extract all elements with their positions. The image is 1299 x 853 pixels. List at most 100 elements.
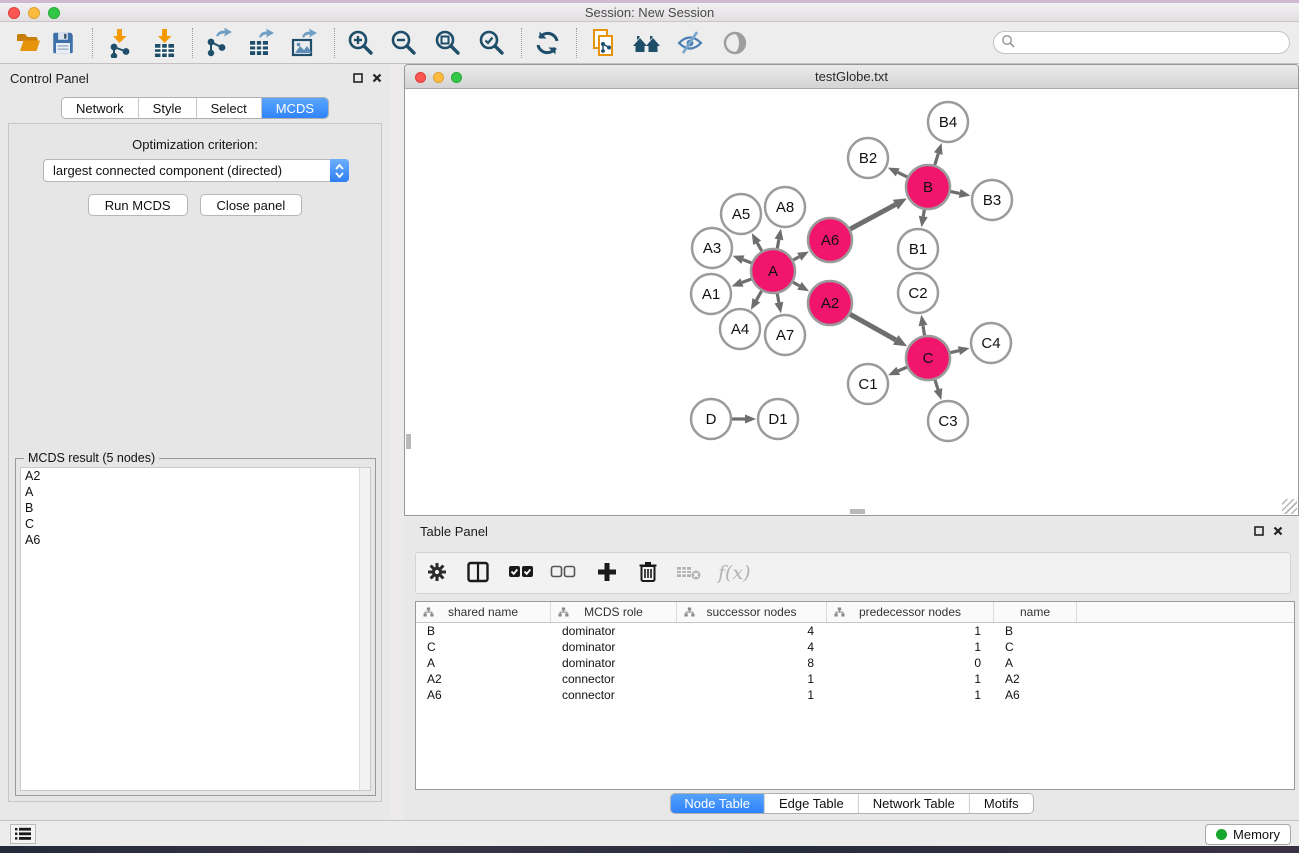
cell-MCDS-role[interactable]: dominator bbox=[551, 624, 677, 638]
column-header-shared-name[interactable]: shared name bbox=[416, 602, 551, 622]
network-canvas[interactable]: B4B2BB3A8A5A6A3B1AC2A1A2A4A7C4CC1DD1C3 bbox=[406, 90, 1297, 514]
column-header-MCDS-role[interactable]: MCDS role bbox=[551, 602, 677, 622]
vertical-scroll-mark[interactable] bbox=[406, 434, 411, 449]
cell-predecessor-nodes[interactable]: 0 bbox=[827, 656, 994, 670]
cell-MCDS-role[interactable]: dominator bbox=[551, 656, 677, 670]
cell-MCDS-role[interactable]: connector bbox=[551, 688, 677, 702]
cell-MCDS-role[interactable]: dominator bbox=[551, 640, 677, 654]
network-zoom-button[interactable] bbox=[451, 72, 462, 83]
select-all-columns-icon[interactable] bbox=[508, 565, 534, 582]
cell-successor-nodes[interactable]: 4 bbox=[677, 624, 827, 638]
tab-node-table[interactable]: Node Table bbox=[670, 794, 765, 813]
result-item[interactable]: A bbox=[21, 484, 370, 500]
network-graph[interactable]: B4B2BB3A8A5A6A3B1AC2A1A2A4A7C4CC1DD1C3 bbox=[406, 90, 1297, 514]
close-window-button[interactable] bbox=[8, 7, 20, 19]
home-layout-icon[interactable] bbox=[631, 27, 663, 59]
import-network-icon[interactable] bbox=[104, 27, 136, 59]
float-panel-icon[interactable] bbox=[1254, 524, 1264, 539]
cell-shared-name[interactable]: A6 bbox=[416, 688, 551, 702]
network-close-button[interactable] bbox=[415, 72, 426, 83]
zoom-out-icon[interactable] bbox=[388, 27, 420, 59]
resize-grip[interactable] bbox=[1282, 499, 1297, 514]
import-table-icon[interactable] bbox=[149, 27, 181, 59]
cell-shared-name[interactable]: A2 bbox=[416, 672, 551, 686]
cell-name[interactable]: A6 bbox=[994, 688, 1077, 702]
tab-edge-table[interactable]: Edge Table bbox=[765, 794, 859, 813]
add-column-icon[interactable] bbox=[596, 561, 618, 586]
close-panel-button[interactable]: Close panel bbox=[200, 194, 303, 216]
table-row[interactable]: A6connector11A6 bbox=[416, 687, 1294, 703]
column-header-name[interactable]: name bbox=[994, 602, 1077, 622]
arrowhead bbox=[919, 315, 928, 327]
hide-selected-icon[interactable] bbox=[674, 27, 706, 59]
node-table[interactable]: shared nameMCDS rolesuccessor nodesprede… bbox=[415, 601, 1295, 790]
float-panel-icon[interactable] bbox=[353, 71, 363, 86]
network-window-titlebar[interactable]: testGlobe.txt bbox=[405, 65, 1298, 89]
minimize-window-button[interactable] bbox=[28, 7, 40, 19]
zoom-fit-icon[interactable] bbox=[432, 27, 464, 59]
table-row[interactable]: Adominator80A bbox=[416, 655, 1294, 671]
toggle-columns-icon[interactable] bbox=[466, 560, 490, 587]
cell-name[interactable]: A bbox=[994, 656, 1077, 670]
network-minimize-button[interactable] bbox=[433, 72, 444, 83]
mcds-result-list[interactable]: A2ABCA6 bbox=[20, 467, 371, 791]
horizontal-scroll-mark[interactable] bbox=[850, 509, 865, 514]
memory-button[interactable]: Memory bbox=[1205, 824, 1291, 845]
result-item[interactable]: A6 bbox=[21, 532, 370, 548]
unselect-all-columns-icon[interactable] bbox=[550, 565, 576, 582]
zoom-window-button[interactable] bbox=[48, 7, 60, 19]
delete-columns-icon[interactable] bbox=[638, 560, 658, 587]
table-row[interactable]: Bdominator41B bbox=[416, 623, 1294, 639]
cell-predecessor-nodes[interactable]: 1 bbox=[827, 688, 994, 702]
save-session-icon[interactable] bbox=[47, 27, 79, 59]
table-options-icon[interactable] bbox=[426, 561, 448, 586]
close-panel-icon[interactable] bbox=[372, 71, 382, 86]
column-header-predecessor-nodes[interactable]: predecessor nodes bbox=[827, 602, 994, 622]
cell-successor-nodes[interactable]: 1 bbox=[677, 688, 827, 702]
cell-successor-nodes[interactable]: 1 bbox=[677, 672, 827, 686]
search-input[interactable] bbox=[993, 31, 1290, 54]
toolbar-separator bbox=[576, 28, 577, 58]
refresh-layout-icon[interactable] bbox=[532, 27, 564, 59]
cell-shared-name[interactable]: B bbox=[416, 624, 551, 638]
cell-successor-nodes[interactable]: 4 bbox=[677, 640, 827, 654]
cell-name[interactable]: C bbox=[994, 640, 1077, 654]
tab-network-table[interactable]: Network Table bbox=[859, 794, 970, 813]
export-image-icon[interactable] bbox=[288, 27, 320, 59]
table-row[interactable]: A2connector11A2 bbox=[416, 671, 1294, 687]
tab-motifs[interactable]: Motifs bbox=[970, 794, 1033, 813]
run-mcds-button[interactable]: Run MCDS bbox=[88, 194, 188, 216]
export-network-icon[interactable] bbox=[202, 27, 234, 59]
result-scrollbar[interactable] bbox=[359, 468, 370, 790]
tab-style[interactable]: Style bbox=[139, 98, 197, 118]
task-history-button[interactable] bbox=[10, 824, 36, 844]
cell-shared-name[interactable]: A bbox=[416, 656, 551, 670]
column-header-successor-nodes[interactable]: successor nodes bbox=[677, 602, 827, 622]
cell-predecessor-nodes[interactable]: 1 bbox=[827, 624, 994, 638]
zoom-in-icon[interactable] bbox=[345, 27, 377, 59]
result-item[interactable]: C bbox=[21, 516, 370, 532]
result-item[interactable]: A2 bbox=[21, 468, 370, 484]
cell-successor-nodes[interactable]: 8 bbox=[677, 656, 827, 670]
node-label-D: D bbox=[706, 411, 717, 428]
export-table-icon[interactable] bbox=[245, 27, 277, 59]
cell-predecessor-nodes[interactable]: 1 bbox=[827, 640, 994, 654]
show-all-icon[interactable] bbox=[719, 27, 751, 59]
zoom-selected-icon[interactable] bbox=[476, 27, 508, 59]
criterion-dropdown[interactable]: largest connected component (directed) bbox=[43, 159, 349, 182]
edge-A6-B[interactable] bbox=[848, 205, 896, 231]
table-row[interactable]: Cdominator41C bbox=[416, 639, 1294, 655]
open-session-icon[interactable] bbox=[12, 27, 44, 59]
cell-name[interactable]: B bbox=[994, 624, 1077, 638]
new-network-icon[interactable] bbox=[589, 27, 621, 59]
edge-A2-C[interactable] bbox=[847, 313, 895, 340]
tab-mcds[interactable]: MCDS bbox=[262, 98, 328, 118]
cell-MCDS-role[interactable]: connector bbox=[551, 672, 677, 686]
result-item[interactable]: B bbox=[21, 500, 370, 516]
tab-select[interactable]: Select bbox=[197, 98, 262, 118]
cell-shared-name[interactable]: C bbox=[416, 640, 551, 654]
cell-predecessor-nodes[interactable]: 1 bbox=[827, 672, 994, 686]
tab-network[interactable]: Network bbox=[62, 98, 139, 118]
cell-name[interactable]: A2 bbox=[994, 672, 1077, 686]
close-panel-icon[interactable] bbox=[1273, 524, 1283, 539]
